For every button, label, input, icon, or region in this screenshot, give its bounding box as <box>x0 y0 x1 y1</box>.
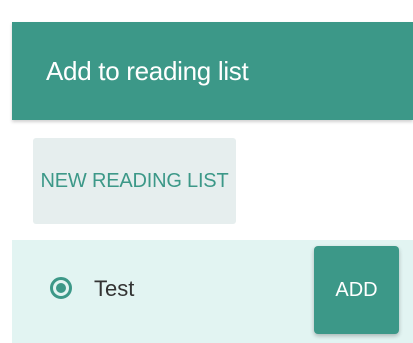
dialog-title: Add to reading list <box>46 55 249 86</box>
add-button[interactable]: ADD <box>314 246 399 334</box>
reading-list-name: Test <box>94 276 135 301</box>
radio-button-selected-icon[interactable] <box>50 277 72 299</box>
new-reading-list-button[interactable]: NEW READING LIST <box>33 138 236 224</box>
radio-dot-icon <box>56 283 66 293</box>
add-to-reading-list-dialog: Add to reading list NEW READING LIST Tes… <box>0 0 413 343</box>
reading-list-item[interactable]: Test ADD <box>12 240 413 343</box>
dialog-header: Add to reading list <box>12 22 413 120</box>
